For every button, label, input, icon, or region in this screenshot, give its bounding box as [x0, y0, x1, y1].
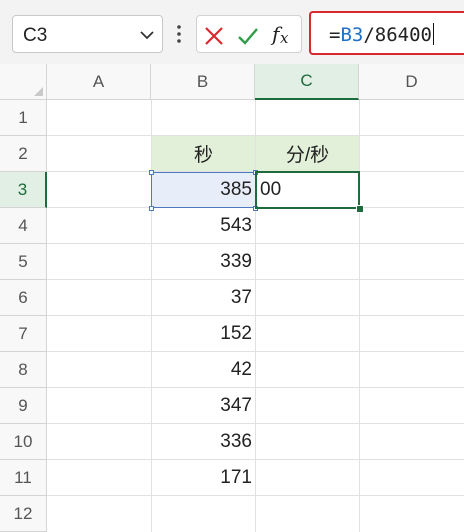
row-header-12[interactable]: 12	[0, 496, 47, 532]
name-box-value: C3	[23, 25, 48, 46]
cell-b8[interactable]: 42	[151, 352, 255, 388]
cell-b10[interactable]: 336	[151, 424, 255, 460]
cell-b5[interactable]: 339	[151, 244, 255, 280]
name-box[interactable]: C3	[12, 15, 163, 53]
insert-function-icon[interactable]: f x	[269, 22, 297, 48]
svg-text:x: x	[280, 29, 289, 47]
row-header-3[interactable]: 3	[0, 172, 47, 208]
cell-b3[interactable]: 385	[151, 172, 256, 208]
row-header-4[interactable]: 4	[0, 208, 47, 244]
grid-line	[47, 315, 464, 316]
select-all-triangle-icon	[34, 87, 43, 96]
fill-handle[interactable]	[356, 205, 364, 213]
row-header-5[interactable]: 5	[0, 244, 47, 280]
cell-b6[interactable]: 37	[151, 280, 255, 316]
cancel-x-icon[interactable]	[203, 25, 225, 47]
grid-line	[47, 279, 464, 280]
column-header-b[interactable]: B	[151, 64, 255, 100]
reference-handle[interactable]	[149, 170, 154, 175]
formula-text: =B3/86400	[329, 23, 434, 46]
grid-line	[47, 423, 464, 424]
row-header-8[interactable]: 8	[0, 352, 47, 388]
more-vertical-icon[interactable]	[172, 24, 186, 44]
cell-b9[interactable]: 347	[151, 388, 255, 424]
cell-b3-value: 385	[220, 179, 252, 200]
row-header-6[interactable]: 6	[0, 280, 47, 316]
cell-b2[interactable]: 秒	[152, 136, 255, 171]
grid-line	[47, 351, 464, 352]
grid-line	[47, 243, 464, 244]
formula-input[interactable]: =B3/86400	[309, 11, 464, 55]
cell-b7[interactable]: 152	[151, 316, 255, 352]
text-caret	[432, 23, 434, 45]
cell-c3-edit-text: 00	[260, 179, 282, 200]
cell-b4[interactable]: 543	[151, 208, 255, 244]
row-header-1[interactable]: 1	[0, 100, 47, 136]
column-header-d[interactable]: D	[359, 64, 464, 100]
row-header-11[interactable]: 11	[0, 460, 47, 496]
formula-ref: B3	[340, 24, 364, 46]
enter-check-icon[interactable]	[237, 25, 259, 47]
cell-b11[interactable]: 171	[151, 460, 255, 496]
column-header-c[interactable]: C	[255, 64, 359, 100]
row-header-2[interactable]: 2	[0, 136, 47, 172]
select-all-corner[interactable]	[0, 64, 47, 100]
row-header-10[interactable]: 10	[0, 424, 47, 460]
grid-line	[359, 100, 360, 532]
grid-line	[47, 387, 464, 388]
formula-rest: /86400	[363, 24, 432, 46]
chevron-down-icon[interactable]	[138, 26, 156, 44]
grid-line	[47, 495, 464, 496]
row-header-9[interactable]: 9	[0, 388, 47, 424]
formula-bar: C3 f x =B3/86400	[0, 0, 464, 64]
grid-line	[47, 459, 464, 460]
cell-c2[interactable]: 分/秒	[256, 136, 359, 171]
row-header-7[interactable]: 7	[0, 316, 47, 352]
spreadsheet-grid: A B C D 1 2 3 4 5 6 7 8 9 10 11 12 秒 分/秒…	[0, 64, 464, 532]
column-header-a[interactable]: A	[47, 64, 151, 100]
formula-prefix: =	[329, 24, 341, 46]
cell-c3-active[interactable]: 00	[255, 171, 360, 209]
formula-actions: f x	[196, 15, 302, 53]
